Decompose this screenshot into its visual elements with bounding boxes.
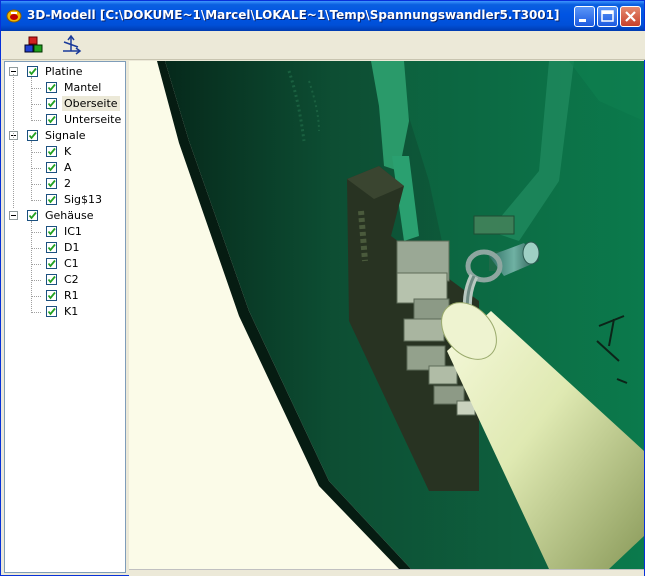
tree-item-label: 2: [64, 177, 71, 190]
collapse-icon[interactable]: [9, 211, 18, 220]
tree-item[interactable]: Unterseite: [5, 112, 125, 128]
tree-group-label: Signale: [45, 129, 86, 142]
tree-item[interactable]: 2: [5, 176, 125, 192]
tree-item[interactable]: A: [5, 160, 125, 176]
checkbox[interactable]: [27, 130, 38, 141]
checkbox[interactable]: [46, 194, 57, 205]
tree-group-signale[interactable]: Signale: [5, 128, 125, 144]
tree-item[interactable]: C1: [5, 256, 125, 272]
axis-icon: [63, 34, 82, 55]
tree-group-label: Gehäuse: [45, 209, 94, 222]
tree-item-label: C1: [64, 257, 79, 270]
checkbox[interactable]: [46, 114, 57, 125]
checkbox[interactable]: [46, 274, 57, 285]
checkmark-icon: [47, 259, 56, 268]
tree-item[interactable]: K: [5, 144, 125, 160]
tree-item[interactable]: Mantel: [5, 80, 125, 96]
tree-item-label: C2: [64, 273, 79, 286]
colored-cubes-icon: [24, 36, 43, 53]
tree-item[interactable]: C2: [5, 272, 125, 288]
status-bar: [129, 569, 644, 576]
checkbox[interactable]: [46, 290, 57, 301]
checkmark-icon: [28, 131, 37, 140]
checkmark-icon: [47, 179, 56, 188]
tree-group-platine[interactable]: Platine: [5, 64, 125, 80]
checkbox[interactable]: [46, 178, 57, 189]
tree-item[interactable]: Sig$13: [5, 192, 125, 208]
checkbox[interactable]: [46, 242, 57, 253]
maximize-button[interactable]: [597, 6, 618, 27]
tree-item-label: K: [64, 145, 72, 158]
layer-tree[interactable]: Platine Mantel Oberseite Unterseite Signale K…: [4, 61, 126, 573]
tree-item[interactable]: Oberseite: [5, 96, 125, 112]
checkmark-icon: [47, 243, 56, 252]
checkbox[interactable]: [46, 306, 57, 317]
window-title: 3D-Modell [C:\DOKUME~1\Marcel\LOKALE~1\T…: [27, 8, 560, 22]
tree-item-label: A: [64, 161, 72, 174]
tree-connector: [31, 141, 33, 201]
tree-item-label: Mantel: [64, 81, 102, 94]
tree-item[interactable]: R1: [5, 288, 125, 304]
checkbox[interactable]: [46, 98, 57, 109]
close-icon: [625, 11, 636, 22]
tree-item-label: K1: [64, 305, 79, 318]
close-button[interactable]: [620, 6, 641, 27]
tree-item-label: D1: [64, 241, 80, 254]
tree-item-label: IC1: [64, 225, 82, 238]
checkmark-icon: [47, 115, 56, 124]
tree-item[interactable]: K1: [5, 304, 125, 320]
checkmark-icon: [47, 307, 56, 316]
checkbox[interactable]: [46, 162, 57, 173]
checkbox[interactable]: [46, 226, 57, 237]
maximize-icon: [601, 10, 614, 22]
checkbox[interactable]: [27, 66, 38, 77]
checkmark-icon: [28, 211, 37, 220]
color-tool-button[interactable]: [22, 34, 46, 56]
checkmark-icon: [47, 83, 56, 92]
checkbox[interactable]: [46, 258, 57, 269]
checkmark-icon: [47, 227, 56, 236]
checkmark-icon: [47, 163, 56, 172]
tree-connector: [31, 77, 33, 121]
tree-item-label: Sig$13: [64, 193, 103, 206]
app-icon: [6, 9, 22, 23]
checkmark-icon: [47, 195, 56, 204]
checkmark-icon: [47, 147, 56, 156]
checkmark-icon: [47, 275, 56, 284]
tree-item[interactable]: IC1: [5, 224, 125, 240]
axis-tool-button[interactable]: [59, 34, 83, 56]
minimize-button[interactable]: [574, 6, 595, 27]
tree-item-label: R1: [64, 289, 79, 302]
main-window: 3D-Modell [C:\DOKUME~1\Marcel\LOKALE~1\T…: [0, 0, 645, 576]
tree-item-label: Unterseite: [64, 113, 122, 126]
minimize-icon: [579, 19, 586, 22]
3d-viewport[interactable]: [129, 61, 644, 569]
checkbox[interactable]: [46, 146, 57, 157]
tree-item-label: Oberseite: [62, 96, 120, 111]
tree-connector: [13, 74, 15, 208]
checkmark-icon: [28, 67, 37, 76]
tree-group-gehäuse[interactable]: Gehäuse: [5, 208, 125, 224]
tree-group-label: Platine: [45, 65, 83, 78]
toolbar: [2, 31, 645, 60]
tree-item[interactable]: D1: [5, 240, 125, 256]
checkmark-icon: [47, 291, 56, 300]
tree-connector: [31, 221, 33, 313]
title-bar[interactable]: 3D-Modell [C:\DOKUME~1\Marcel\LOKALE~1\T…: [1, 1, 644, 31]
3d-scene: [129, 61, 644, 569]
checkmark-icon: [47, 99, 56, 108]
checkbox[interactable]: [46, 82, 57, 93]
checkbox[interactable]: [27, 210, 38, 221]
